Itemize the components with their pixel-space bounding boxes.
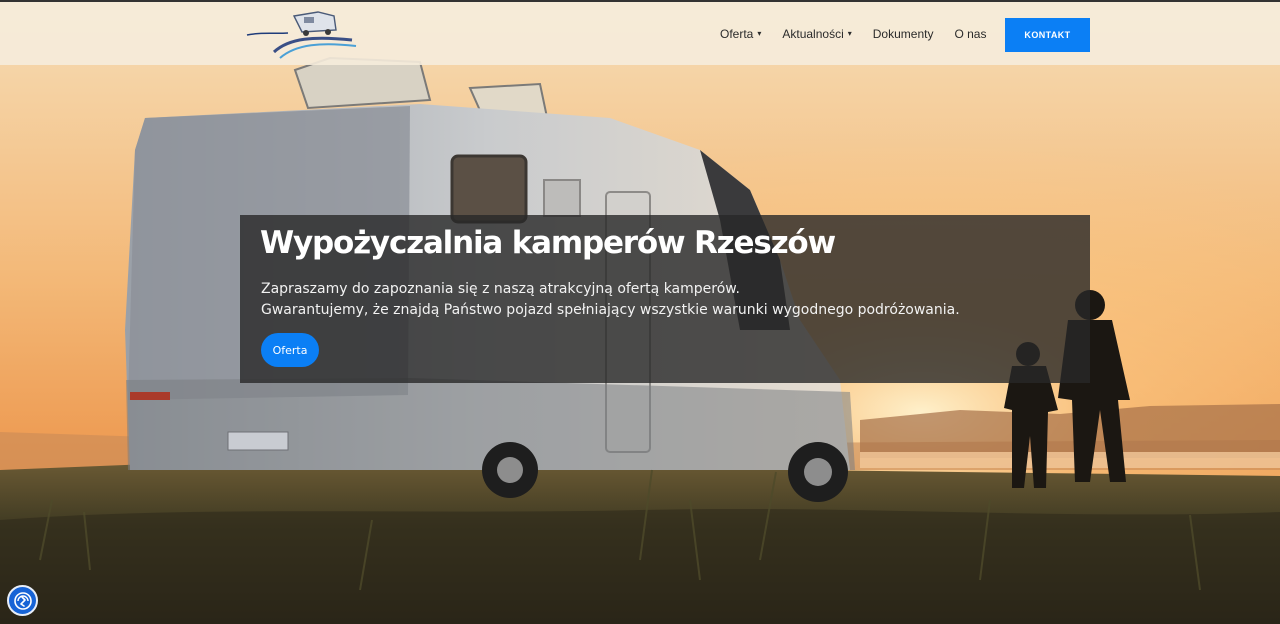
contact-button[interactable]: KONTAKT — [1005, 18, 1090, 52]
speed-camp-logo[interactable] — [244, 8, 360, 62]
site-header: Oferta ▾ Aktualności ▾ Dokumenty O nas K… — [0, 0, 1280, 65]
hero-lead: Zapraszamy do zapoznania się z naszą atr… — [261, 279, 1081, 321]
nav-item-o-nas[interactable]: O nas — [954, 27, 986, 41]
accessibility-icon — [13, 591, 32, 610]
logo-graphic — [246, 11, 357, 59]
chevron-down-icon: ▾ — [757, 29, 762, 38]
nav-item-label: Aktualności — [782, 26, 844, 41]
nav-item-aktualnosci[interactable]: Aktualności ▾ — [782, 27, 851, 41]
hero-title: Wypożyczalnia kamperów Rzeszów — [260, 225, 836, 261]
nav-item-label: Dokumenty — [872, 26, 934, 41]
nav-item-oferta[interactable]: Oferta ▾ — [720, 27, 761, 41]
offer-button[interactable]: Oferta — [261, 333, 319, 367]
nav-item-dokumenty[interactable]: Dokumenty — [873, 27, 934, 41]
hero-caption: Wypożyczalnia kamperów Rzeszów Zapraszam… — [240, 215, 1090, 383]
accessibility-button[interactable] — [7, 585, 38, 616]
main-nav: Oferta ▾ Aktualności ▾ Dokumenty O nas — [720, 2, 1007, 65]
nav-item-label: O nas — [954, 26, 987, 41]
hero-lead-line-2: Gwarantujemy, że znajdą Państwo pojazd s… — [261, 302, 960, 318]
hero-lead-line-1: Zapraszamy do zapoznania się z naszą atr… — [261, 281, 740, 297]
chevron-down-icon: ▾ — [847, 29, 852, 38]
nav-item-label: Oferta — [720, 26, 754, 41]
